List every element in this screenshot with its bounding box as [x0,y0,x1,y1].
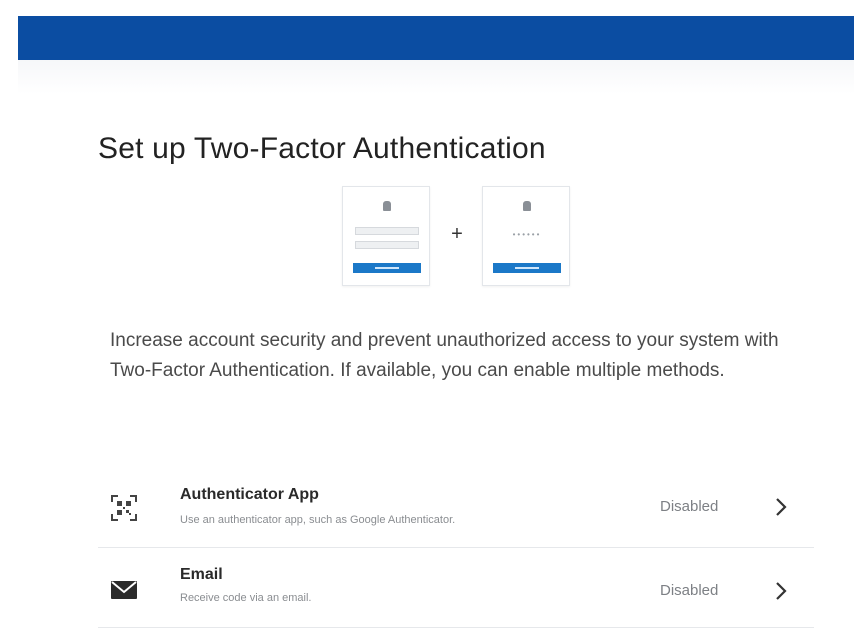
header-bar [18,16,854,60]
qr-scan-icon [111,495,137,521]
method-name: Email [180,566,223,583]
username-field-illustration [355,227,419,235]
lock-avatar-icon [523,201,531,211]
login-button-illustration [353,263,421,273]
methods-list: Authenticator App Use an authenticator a… [98,470,814,628]
password-field-illustration [355,241,419,249]
envelope-icon [111,581,137,599]
method-email[interactable]: Email Receive code via an email. Disable… [98,548,814,628]
plus-sign: + [451,223,463,245]
code-dots: •••••• [512,230,542,239]
chevron-right-icon[interactable] [774,580,788,602]
method-status: Disabled [660,582,719,599]
two-factor-setup-page: Set up Two-Factor Authentication + •••••… [0,0,854,633]
login-form-card-icon [342,186,430,286]
method-authenticator-app[interactable]: Authenticator App Use an authenticator a… [98,470,814,548]
verify-button-illustration [493,263,561,273]
method-subtitle: Use an authenticator app, such as Google… [180,514,456,526]
verification-code-card-icon: •••••• [482,186,570,286]
two-factor-illustration: + •••••• [342,186,574,288]
header-shadow [18,60,854,94]
method-subtitle: Receive code via an email. [180,592,312,604]
top-strip [0,0,854,16]
method-name: Authenticator App [180,486,319,503]
page-title: Set up Two-Factor Authentication [98,132,546,165]
user-avatar-icon [383,201,391,211]
method-status: Disabled [660,498,719,515]
description-text: Increase account security and prevent un… [110,330,779,381]
chevron-right-icon[interactable] [774,496,788,518]
